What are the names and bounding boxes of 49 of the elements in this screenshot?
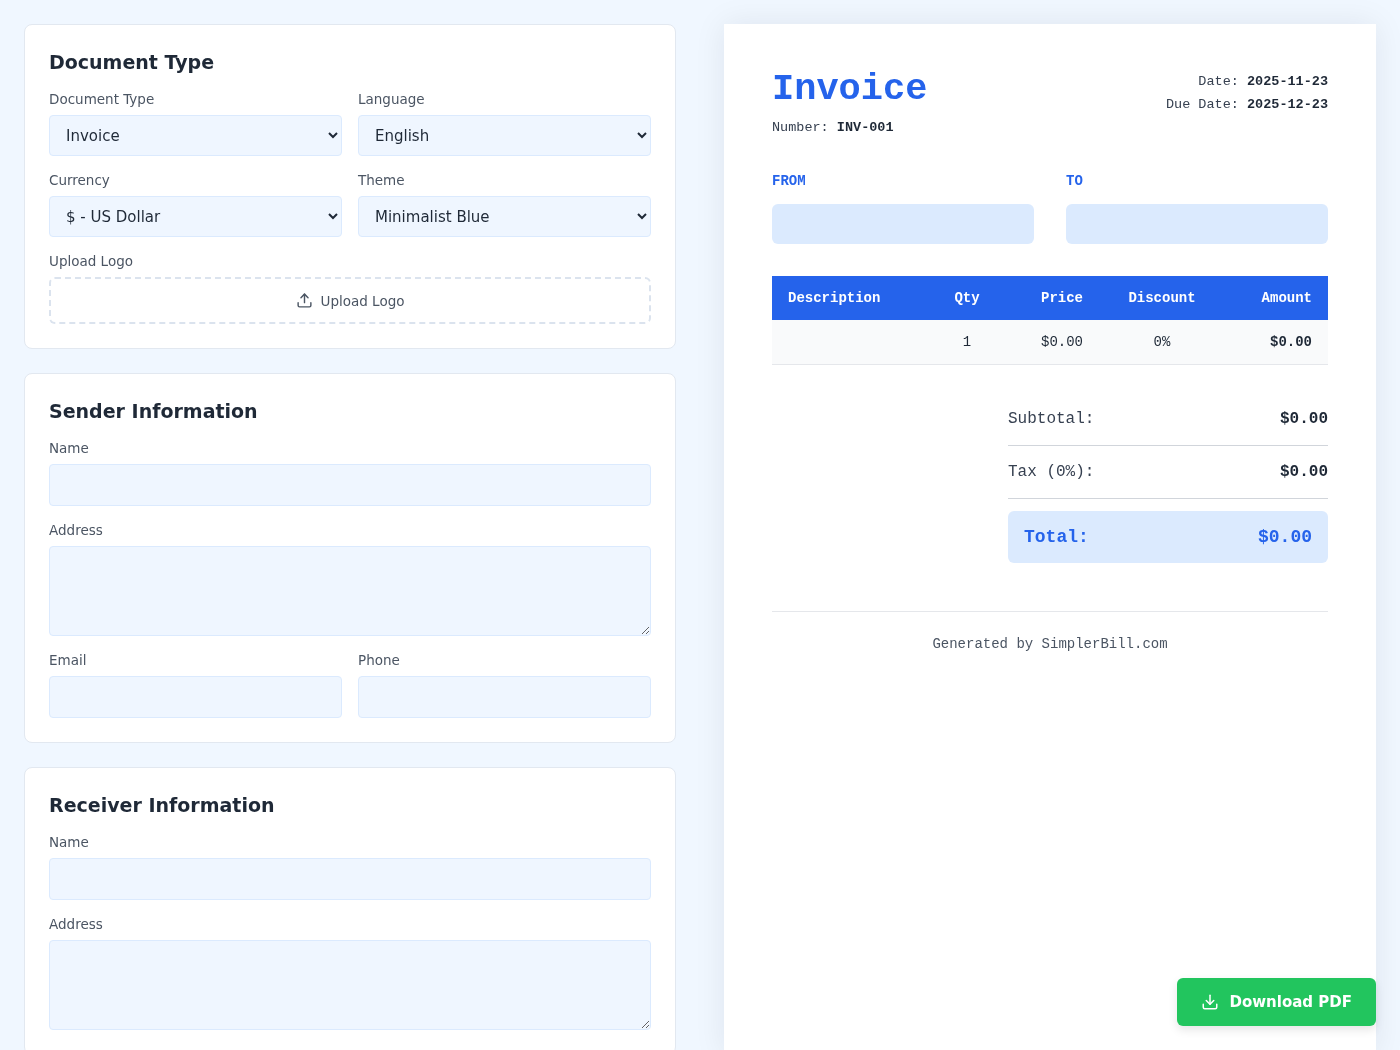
section-title: Sender Information [49,400,259,422]
select-field[interactable]: $ - US Dollar [49,196,342,237]
column-header: Price [1012,276,1112,320]
total-label: Tax (0%): [1008,462,1095,481]
total-label: Subtotal: [1008,409,1095,428]
field-label: Language [358,91,426,107]
field-label: Address [49,916,104,932]
table-cell: 1 [922,320,1012,364]
select-field[interactable]: Minimalist Blue [358,196,651,237]
upload-icon [295,292,313,309]
field-label: Upload Logo [49,253,134,269]
field-label: Name [49,440,90,456]
field-label: Email [49,652,88,668]
invoice-date: Date: 2025-11-23 [1198,74,1328,89]
column-header: Discount [1112,276,1212,320]
input-field[interactable] [49,858,651,900]
field-label: Address [49,522,104,538]
field-label: Currency [49,172,111,188]
input-field[interactable] [49,676,342,718]
total-label: Total: [1024,526,1089,547]
table-cell: $0.00 [1212,320,1328,364]
total-value: $0.00 [1258,526,1312,547]
party-label: TO [1066,173,1083,189]
invoice-number: Number: INV-001 [772,120,894,135]
invoice-date: Due Date: 2025-12-23 [1165,97,1328,112]
column-header: Amount [1212,276,1328,320]
input-field[interactable] [49,464,651,506]
section-title: Document Type [49,51,216,73]
select-field[interactable]: Invoice [49,115,342,156]
section-title: Receiver Information [49,794,276,816]
field-label: Document Type [49,91,156,107]
textarea-field[interactable] [49,546,651,636]
total-value: $0.00 [1280,462,1328,481]
party-label: FROM [772,173,806,189]
column-header: Description [772,276,922,320]
download-icon [1201,993,1220,1011]
field-label: Phone [358,652,401,668]
field-label: Theme [358,172,406,188]
table-cell: $0.00 [1012,320,1112,364]
upload-button[interactable]: Upload Logo [49,277,651,324]
field-label: Name [49,834,90,850]
table-cell: 0% [1112,320,1212,364]
invoice-title: Invoice [772,68,928,110]
textarea-field[interactable] [49,940,651,1030]
column-header: Qty [922,276,1012,320]
select-field[interactable]: English [358,115,651,156]
footer-text: Generated by SimplerBill.com [772,610,1328,652]
total-value: $0.00 [1280,409,1328,428]
input-field[interactable] [358,676,651,718]
